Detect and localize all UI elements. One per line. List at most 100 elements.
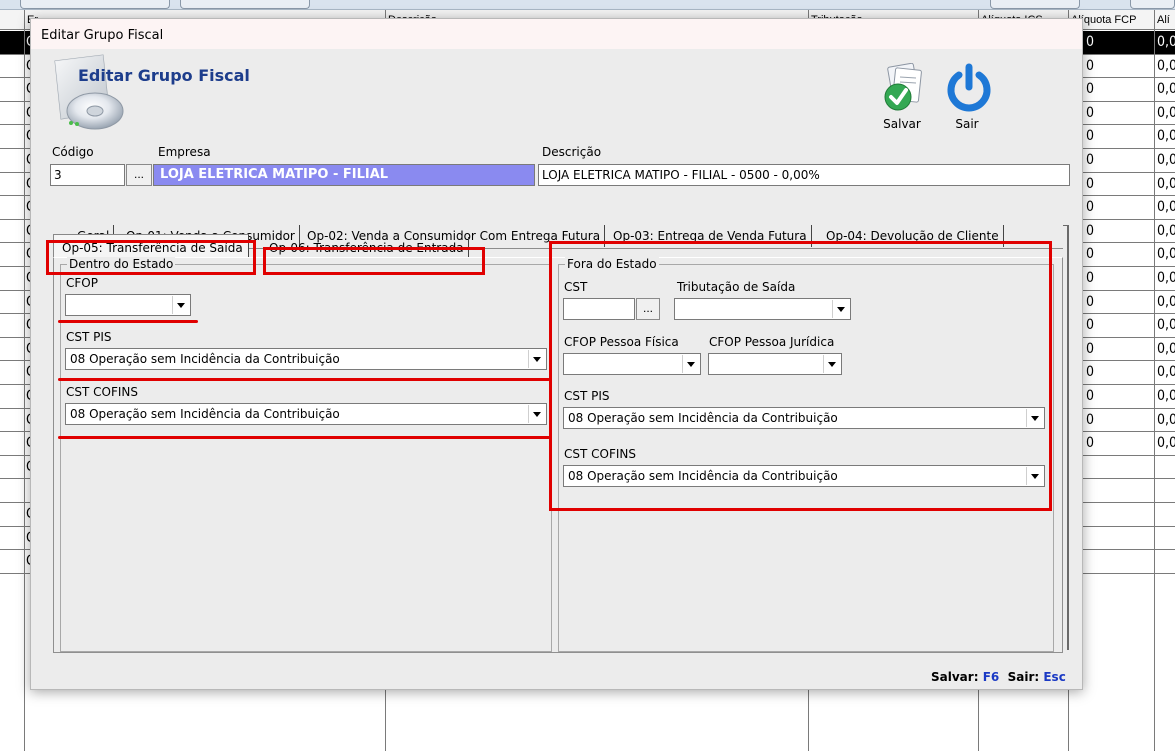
- chevron-down-icon[interactable]: [682, 355, 699, 373]
- save-shortcut-key: F6: [982, 670, 1000, 684]
- tributacao-saida-select[interactable]: [674, 298, 851, 320]
- fora-cst-cofins-label: CST COFINS: [564, 447, 636, 461]
- exit-label: Sair: [955, 117, 979, 131]
- table-cell: 0: [1086, 199, 1095, 216]
- keyboard-shortcuts-hint: Salvar: F6 Sair: Esc: [931, 670, 1066, 684]
- table-cell: 0,0: [1157, 128, 1175, 145]
- tab-op-03[interactable]: Op-03: Entrega de Venda Futura: [609, 225, 812, 247]
- tab-op-04[interactable]: Op-04: Devolução de Cliente: [822, 225, 1004, 247]
- descricao-label: Descrição: [542, 145, 602, 159]
- chevron-down-icon[interactable]: [528, 350, 545, 368]
- exit-button[interactable]: Sair: [937, 63, 997, 135]
- table-cell: 0,0: [1157, 104, 1175, 121]
- dentro-cst-cofins-select[interactable]: 08 Operação sem Incidência da Contribuiç…: [65, 403, 547, 425]
- codigo-label: Código: [52, 145, 94, 159]
- table-cell: 0: [1086, 388, 1095, 404]
- chevron-down-icon[interactable]: [528, 405, 545, 423]
- table-cell: 0,0: [1157, 317, 1175, 334]
- background-toolbar-button[interactable]: [990, 0, 1080, 9]
- table-cell: 0: [1086, 34, 1095, 50]
- tab-panel-op-05: Dentro do Estado CFOP CST PIS 08 Operaçã…: [53, 257, 1063, 653]
- dentro-cst-pis-value: 08 Operação sem Incidência da Contribuiç…: [70, 352, 340, 366]
- table-cell: 0,0: [1157, 81, 1175, 98]
- grid-divider: [24, 10, 25, 751]
- exit-shortcut-key: Esc: [1043, 670, 1066, 684]
- exit-shortcut-text: Sair:: [1007, 670, 1040, 684]
- cfop-pessoa-juridica-select[interactable]: [708, 353, 842, 375]
- table-cell: 0: [1086, 104, 1095, 121]
- save-button[interactable]: Salvar: [872, 63, 932, 135]
- dentro-cst-pis-label: CST PIS: [66, 330, 112, 344]
- dentro-do-estado-title: Dentro do Estado: [67, 257, 176, 271]
- table-cell: 0: [1086, 222, 1095, 239]
- fora-cst-lookup-button[interactable]: ...: [636, 298, 660, 320]
- dentro-cst-cofins-label: CST COFINS: [66, 385, 138, 399]
- fora-cst-cofins-select[interactable]: 08 Operação sem Incidência da Contribuiç…: [563, 465, 1045, 487]
- table-cell: 0: [1086, 152, 1095, 168]
- table-cell: 0: [1086, 293, 1095, 310]
- table-cell: 0: [1086, 175, 1095, 192]
- fora-do-estado-title: Fora do Estado: [565, 257, 659, 271]
- fora-cst-input[interactable]: [563, 298, 635, 320]
- table-cell: 0: [1086, 246, 1095, 263]
- empresa-lookup-button[interactable]: ...: [126, 164, 152, 186]
- edit-fiscal-group-dialog: Editar Grupo Fiscal Editar Grupo Fiscal …: [30, 18, 1083, 690]
- table-cell: 0,0: [1157, 152, 1175, 168]
- table-cell: 0,0: [1157, 270, 1175, 286]
- tributacao-saida-label: Tributação de Saída: [677, 280, 796, 294]
- dentro-do-estado-group: Dentro do Estado CFOP CST PIS 08 Operaçã…: [60, 257, 552, 652]
- chevron-down-icon[interactable]: [832, 300, 849, 318]
- table-cell: 0: [1086, 128, 1095, 145]
- table-cell: 0,0: [1157, 435, 1175, 452]
- table-cell: 0: [1086, 411, 1095, 428]
- fora-cst-cofins-value: 08 Operação sem Incidência da Contribuiç…: [568, 469, 838, 483]
- table-cell: 0: [1086, 270, 1095, 286]
- table-cell: 0,0: [1157, 293, 1175, 310]
- grid-header-aliquota[interactable]: Alí: [1154, 10, 1175, 30]
- dialog-heading: Editar Grupo Fiscal: [78, 66, 250, 85]
- dentro-cst-pis-select[interactable]: 08 Operação sem Incidência da Contribuiç…: [65, 348, 547, 370]
- fora-cst-pis-select[interactable]: 08 Operação sem Incidência da Contribuiç…: [563, 407, 1045, 429]
- cfop-pessoa-fisica-label: CFOP Pessoa Física: [564, 335, 679, 349]
- fora-do-estado-group: Fora do Estado CST ... Tributação de Saí…: [558, 257, 1054, 652]
- fora-cst-pis-value: 08 Operação sem Incidência da Contribuiç…: [568, 411, 838, 425]
- tab-op-05[interactable]: Op-05: Transferência de Saída: [53, 234, 249, 258]
- background-toolbar-button[interactable]: [20, 0, 170, 9]
- table-cell: 0,0: [1157, 411, 1175, 428]
- window-title[interactable]: Editar Grupo Fiscal: [31, 19, 1082, 49]
- chevron-down-icon[interactable]: [172, 296, 189, 314]
- table-cell: 0: [1086, 57, 1095, 74]
- fora-cst-label: CST: [564, 280, 588, 294]
- empresa-label: Empresa: [158, 145, 211, 159]
- table-cell: 0: [1086, 317, 1095, 334]
- table-cell: 0,0: [1157, 340, 1175, 357]
- empresa-field[interactable]: LOJA ELETRICA MATIPO - FILIAL: [153, 164, 535, 186]
- descricao-input[interactable]: LOJA ELETRICA MATIPO - FILIAL - 0500 - 0…: [538, 164, 1070, 186]
- table-cell: 0: [1086, 340, 1095, 357]
- table-cell: 0,0: [1157, 388, 1175, 404]
- codigo-input[interactable]: 3: [50, 164, 125, 186]
- grid-divider: [1154, 10, 1155, 751]
- fora-cst-pis-label: CST PIS: [564, 389, 610, 403]
- cfop-pessoa-juridica-label: CFOP Pessoa Jurídica: [709, 335, 835, 349]
- cfop-pessoa-fisica-select[interactable]: [563, 353, 701, 375]
- chevron-down-icon[interactable]: [1026, 467, 1043, 485]
- chevron-down-icon[interactable]: [823, 355, 840, 373]
- table-cell: 0: [1086, 81, 1095, 98]
- dentro-cfop-select[interactable]: [65, 294, 191, 316]
- tab-op-06[interactable]: Op-06: Transferência de Entrada: [265, 237, 469, 259]
- dentro-cst-cofins-value: 08 Operação sem Incidência da Contribuiç…: [70, 407, 340, 421]
- table-cell: 0,0: [1157, 222, 1175, 239]
- background-toolbar-button[interactable]: [1130, 0, 1175, 9]
- save-label: Salvar: [883, 117, 921, 131]
- table-cell: 0,0: [1157, 175, 1175, 192]
- save-icon: [884, 63, 922, 111]
- table-cell: 0,0: [1157, 34, 1175, 50]
- chevron-down-icon[interactable]: [1026, 409, 1043, 427]
- table-cell: 0: [1086, 364, 1095, 381]
- background-toolbar-button[interactable]: [180, 0, 310, 9]
- table-cell: 0,0: [1157, 57, 1175, 74]
- table-cell: 0,0: [1157, 199, 1175, 216]
- save-shortcut-text: Salvar:: [931, 670, 979, 684]
- power-icon: [947, 63, 991, 112]
